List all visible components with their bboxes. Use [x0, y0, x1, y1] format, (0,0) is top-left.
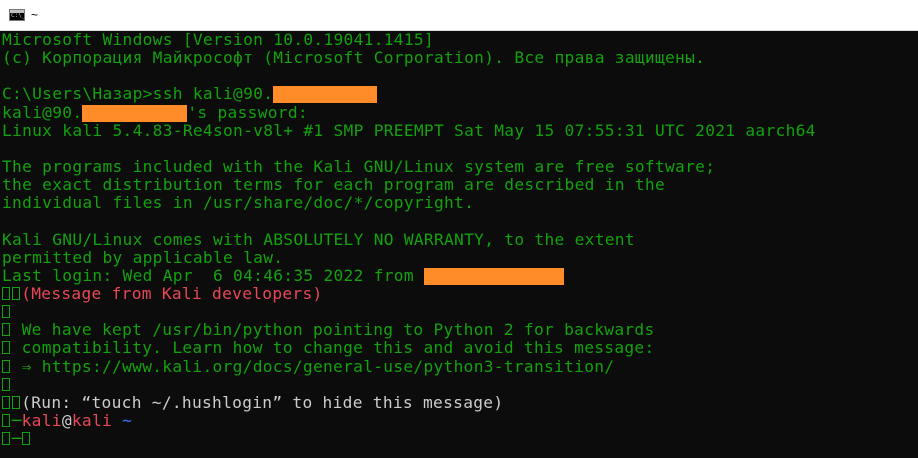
missing-glyph-box	[2, 413, 10, 427]
missing-glyph-box	[11, 395, 20, 409]
shell-prompt-input[interactable]: ─	[2, 430, 918, 448]
missing-glyph-box	[2, 377, 10, 391]
missing-glyph-box	[2, 286, 10, 300]
missing-glyph-box	[11, 286, 20, 300]
shell-prompt: ─kali@kali ~	[2, 411, 918, 430]
terminal-line: (Message from Kali developers)	[2, 284, 918, 303]
terminal-line: permitted by applicable law.	[2, 247, 284, 267]
terminal-line: (с) Корпорация Майкрософт (Microsoft Cor…	[2, 48, 706, 68]
missing-glyph-box	[2, 341, 10, 355]
terminal-line: Linux kali 5.4.83-Re4son-v8l+ #1 SMP PRE…	[2, 120, 816, 140]
terminal-line: Microsoft Windows [Version 10.0.19041.14…	[2, 31, 434, 49]
missing-glyph-box	[21, 432, 30, 446]
terminal-line: The programs included with the Kali GNU/…	[2, 156, 716, 176]
terminal-line: Kali GNU/Linux comes with ABSOLUTELY NO …	[2, 229, 635, 249]
missing-glyph-box	[2, 323, 10, 337]
missing-glyph-box	[2, 305, 10, 319]
terminal-line: compatibility. Learn how to change this …	[2, 339, 918, 357]
terminal-line: individual files in /usr/share/doc/*/cop…	[2, 193, 475, 213]
title-bar[interactable]: ~	[0, 0, 918, 31]
window-title: ~	[31, 8, 39, 22]
redaction	[82, 104, 188, 122]
missing-glyph-box	[2, 359, 10, 373]
terminal-line: C:\Users\Назар>ssh kali@90.	[2, 85, 918, 104]
missing-glyph-box	[2, 395, 10, 409]
terminal-line	[2, 303, 918, 321]
terminal-line: Last login: Wed Apr 6 04:46:35 2022 from	[2, 266, 918, 285]
missing-glyph-box	[2, 432, 10, 446]
terminal-line: the exact distribution terms for each pr…	[2, 175, 666, 195]
redaction	[423, 267, 564, 285]
redaction	[273, 86, 378, 104]
terminal-line: ⇒ https://www.kali.org/docs/general-use/…	[2, 357, 918, 376]
terminal-output[interactable]: Microsoft Windows [Version 10.0.19041.14…	[0, 31, 918, 458]
terminal-line	[2, 376, 918, 394]
cmd-icon	[9, 9, 25, 21]
terminal-line: We have kept /usr/bin/python pointing to…	[2, 321, 918, 339]
terminal-line: (Run: “touch ~/.hushlogin” to hide this …	[2, 393, 918, 412]
terminal-line: kali@90.'s password:	[2, 102, 308, 122]
